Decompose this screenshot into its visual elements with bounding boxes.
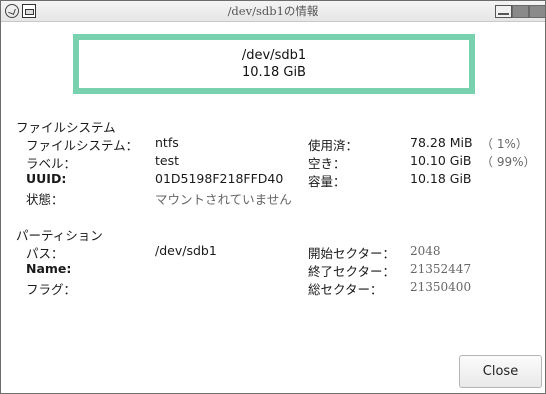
status-value: マウントされていません <box>155 192 292 207</box>
capacity-label: 容量： <box>308 174 346 189</box>
end-sector-label: 終了セクター： <box>308 264 396 279</box>
partition-section-title: パーティション <box>16 228 103 243</box>
info-dialog: /dev/sdb1の情報 /dev/sdb1 10.18 GiB ファイルシステ… <box>0 0 546 394</box>
flags-label: フラグ： <box>26 282 77 297</box>
usage-bar: /dev/sdb1 10.18 GiB <box>73 34 475 94</box>
device-size: 10.18 GiB <box>242 65 306 80</box>
free-label: 空き： <box>308 156 346 171</box>
usage-bar-label: /dev/sdb1 10.18 GiB <box>79 40 469 88</box>
maximize-button[interactable] <box>512 5 529 18</box>
window-close-button[interactable] <box>529 5 546 18</box>
used-label: 使用済： <box>308 138 359 153</box>
window-title: /dev/sdb1の情報 <box>227 4 319 18</box>
capacity-value: 10.18 GiB <box>410 171 472 186</box>
filesystem-label: ファイルシステム： <box>26 138 139 153</box>
start-sector-label: 開始セクター： <box>308 246 396 261</box>
path-label: パス： <box>26 246 64 261</box>
free-percent: （ 99%） <box>481 155 536 169</box>
path-value: /dev/sdb1 <box>155 243 217 258</box>
minimize-button[interactable] <box>495 5 512 18</box>
used-value: 78.28 MiB <box>410 135 473 150</box>
close-button[interactable]: Close <box>459 355 542 388</box>
status-label: 状態： <box>26 192 64 207</box>
filesystem-section-title: ファイルシステム <box>16 120 116 135</box>
end-sector-value: 21352447 <box>410 262 472 276</box>
name-label: Name: <box>26 261 72 276</box>
filesystem-value: ntfs <box>155 135 179 150</box>
label-label: ラベル： <box>26 156 77 171</box>
label-value: test <box>155 153 180 168</box>
total-sectors-value: 21350400 <box>410 280 472 294</box>
device-name: /dev/sdb1 <box>241 48 307 63</box>
used-percent: （ 1%） <box>481 137 528 151</box>
uuid-label: UUID: <box>26 171 67 186</box>
total-sectors-label: 総セクター： <box>308 282 383 297</box>
start-sector-value: 2048 <box>410 244 441 258</box>
title-bar[interactable]: /dev/sdb1の情報 <box>1 1 546 22</box>
free-value: 10.10 GiB <box>410 153 472 168</box>
uuid-value: 01D5198F218FFD40 <box>155 171 284 186</box>
